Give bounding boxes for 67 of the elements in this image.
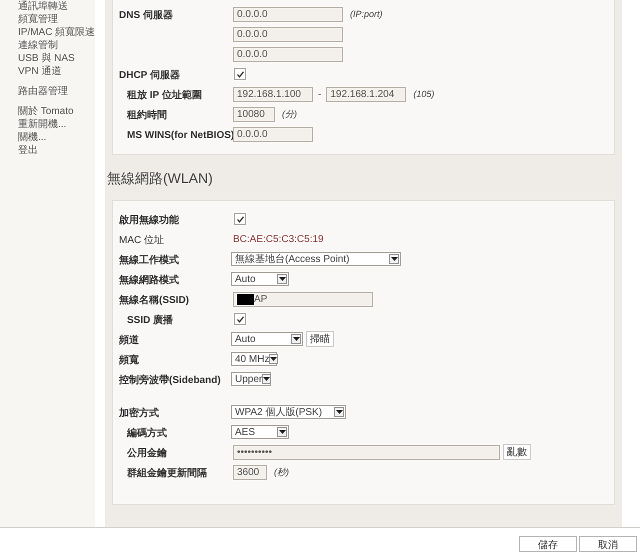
caret-icon (277, 274, 287, 284)
field-hint: (IP:port) (350, 9, 383, 19)
sidebar-link[interactable]: 重新開機... (18, 118, 95, 131)
field-label: 頻道 (119, 335, 139, 346)
footer-button[interactable]: 取消 (579, 536, 637, 552)
caret-icon (262, 374, 272, 384)
caret-icon (269, 354, 278, 364)
field-label: SSID 廣播 (127, 315, 174, 326)
text-field[interactable]: 0.0.0.0 (233, 26, 343, 42)
dropdown[interactable]: Auto (231, 272, 289, 286)
footer-button[interactable]: 儲存 (519, 536, 577, 552)
sidebar-link[interactable]: 關於 Tomato (18, 105, 95, 118)
field-label: 控制旁波帶(Sideband) (119, 375, 221, 386)
dropdown[interactable]: 40 MHz (231, 352, 277, 366)
section-heading: 無線網路(WLAN) (107, 170, 214, 188)
caret-icon (389, 254, 399, 264)
dropdown[interactable]: Auto (231, 332, 303, 346)
field-hint: (分) (282, 108, 297, 120)
text-field[interactable]: 3600 (233, 464, 267, 480)
field-label: 啟用無線功能 (119, 215, 179, 226)
field-label: 群組金鑰更新間隔 (127, 468, 207, 479)
field-label: 無線工作模式 (119, 255, 179, 266)
field-label: DNS 伺服器 (119, 10, 173, 21)
sidebar-link[interactable]: VPN 通道 (18, 65, 95, 78)
sidebar-link[interactable]: USB 與 NAS (18, 52, 95, 65)
range-dash: - (318, 88, 322, 100)
field-label: 編碼方式 (127, 428, 167, 439)
sidebar-link[interactable]: 關機... (18, 131, 95, 144)
checkbox[interactable] (234, 213, 246, 225)
dropdown[interactable]: AES (231, 425, 289, 439)
text-field[interactable]: 10080 (233, 106, 275, 122)
checkbox[interactable] (234, 68, 246, 80)
text-field[interactable]: 192.168.1.204 (326, 86, 406, 102)
action-button[interactable]: 掃瞄 (306, 331, 334, 347)
dropdown[interactable]: Upper (231, 372, 271, 386)
caret-icon (277, 427, 287, 437)
sidebar-link[interactable]: 通訊埠轉送 (18, 0, 95, 13)
field-label: 租放 IP 位址範圍 (127, 90, 202, 101)
checkbox[interactable] (234, 313, 246, 325)
caret-icon (291, 334, 301, 344)
field-hint: (105) (413, 89, 434, 99)
dropdown[interactable]: WPA2 個人版(PSK) (231, 405, 346, 419)
field-label: MS WINS(for NetBIOS) (127, 130, 234, 141)
text-field[interactable]: 192.168.1.100 (233, 86, 313, 102)
field-label: 無線名稱(SSID) (119, 295, 189, 306)
mac-address: BC:AE:C5:C3:C5:19 (233, 234, 324, 244)
text-field[interactable]: 0.0.0.0 (233, 46, 343, 62)
sidebar-link[interactable]: 登出 (18, 144, 95, 157)
dropdown[interactable]: 無線基地台(Access Point) (231, 252, 401, 266)
field-label: 頻寬 (119, 355, 139, 366)
sidebar-link[interactable]: 路由器管理 (18, 85, 95, 98)
field-label: 加密方式 (119, 408, 159, 419)
field-label: 無線網路模式 (119, 275, 179, 286)
field-label: 公用金鑰 (127, 448, 167, 459)
sidebar-link[interactable]: 頻寬管理 (18, 13, 95, 26)
text-field[interactable]: AP (233, 292, 373, 306)
field-label: MAC 位址 (119, 235, 164, 246)
field-hint: (秒) (274, 466, 289, 478)
text-field[interactable]: 0.0.0.0 (233, 6, 343, 22)
field-label: DHCP 伺服器 (119, 70, 180, 81)
sidebar-link[interactable]: IP/MAC 頻寬限速 (18, 26, 95, 39)
text-field[interactable]: 0.0.0.0 (233, 126, 313, 142)
caret-icon (334, 407, 344, 417)
action-button[interactable]: 亂數 (503, 444, 531, 460)
field-label: 租約時間 (127, 110, 167, 121)
sidebar-link[interactable]: 連線管制 (18, 39, 95, 52)
text-field[interactable]: •••••••••• (233, 444, 500, 460)
